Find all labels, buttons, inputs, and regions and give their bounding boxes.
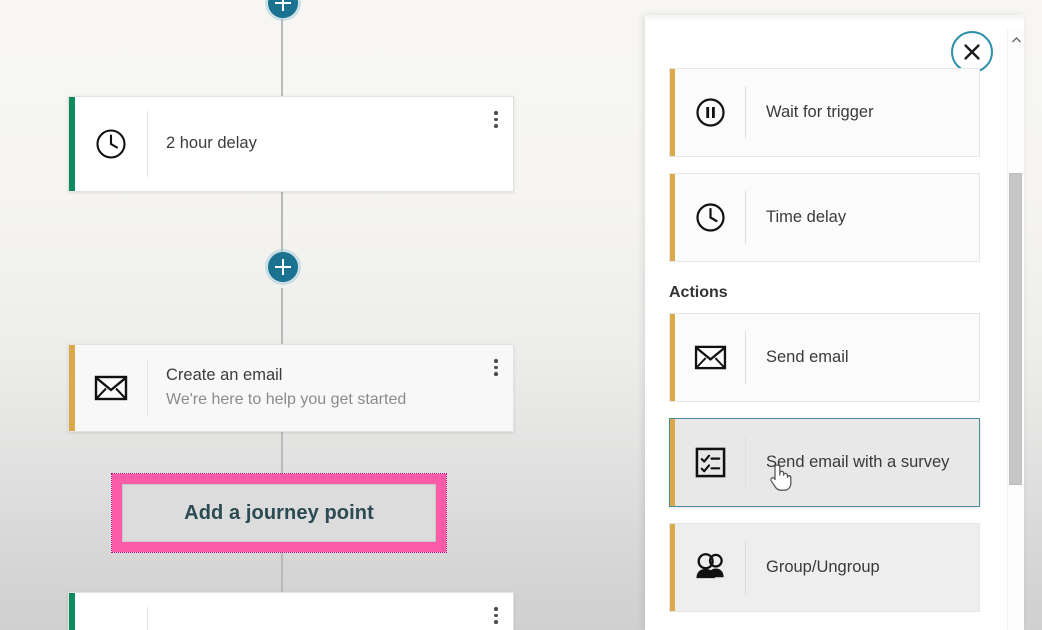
kebab-menu-icon[interactable] (479, 593, 513, 630)
node-title: Create an email (166, 366, 283, 385)
node-text-block: Contact meets If/Else conditions Landing (148, 593, 479, 630)
journey-node-create-email[interactable]: Create an email We're here to help you g… (68, 344, 514, 432)
journey-point-picker-panel: Wait for trigger Time delay Actions Send… (645, 15, 1024, 630)
node-text-block: Create an email We're here to help you g… (148, 345, 479, 431)
add-journey-point-button[interactable]: Add a journey point (122, 484, 436, 542)
envelope-icon (675, 314, 745, 401)
connector-line-1 (281, 192, 283, 256)
option-label: Time delay (766, 208, 847, 226)
node-text-block: 2 hour delay (148, 97, 479, 191)
section-header-actions: Actions (669, 284, 728, 301)
chevron-up-icon[interactable] (1008, 32, 1024, 47)
pause-circle-icon (675, 69, 745, 156)
add-journey-point-highlight: Add a journey point (111, 473, 447, 553)
kebab-menu-icon[interactable] (479, 345, 513, 431)
option-label: Group/Ungroup (766, 558, 880, 576)
option-time-delay[interactable]: Time delay (669, 173, 980, 262)
connector-line-3 (281, 432, 283, 476)
option-label: Send email (766, 348, 849, 366)
option-send-email[interactable]: Send email (669, 313, 980, 402)
kebab-menu-icon[interactable] (479, 97, 513, 191)
connector-line-top (281, 16, 283, 96)
connector-line-2 (281, 288, 283, 344)
journey-point-option-list: Wait for trigger Time delay Actions Send… (645, 15, 1000, 628)
journey-builder-screen: 2 hour delay Create an email We're here … (0, 0, 1042, 630)
clock-icon (675, 174, 745, 261)
panel-scrollbar[interactable] (1007, 30, 1024, 630)
connector-line-4 (281, 550, 283, 592)
group-people-icon (675, 524, 745, 611)
add-step-middle-button[interactable] (268, 252, 298, 282)
branch-icon (75, 593, 147, 630)
survey-checklist-icon (675, 419, 745, 506)
node-subtitle: We're here to help you get started (166, 391, 407, 409)
journey-node-time-delay[interactable]: 2 hour delay (68, 96, 514, 192)
option-label: Wait for trigger (766, 103, 874, 121)
scrollbar-thumb[interactable] (1009, 173, 1022, 485)
option-label: Send email with a survey (766, 453, 950, 471)
envelope-icon (75, 345, 147, 431)
option-group-ungroup[interactable]: Group/Ungroup (669, 523, 980, 612)
option-send-email-with-survey[interactable]: Send email with a survey (669, 418, 980, 507)
option-wait-for-trigger[interactable]: Wait for trigger (669, 68, 980, 157)
journey-node-ifelse[interactable]: Contact meets If/Else conditions Landing (68, 592, 514, 630)
clock-icon (75, 97, 147, 191)
node-title: 2 hour delay (166, 134, 257, 153)
add-step-top-button[interactable] (268, 0, 298, 18)
